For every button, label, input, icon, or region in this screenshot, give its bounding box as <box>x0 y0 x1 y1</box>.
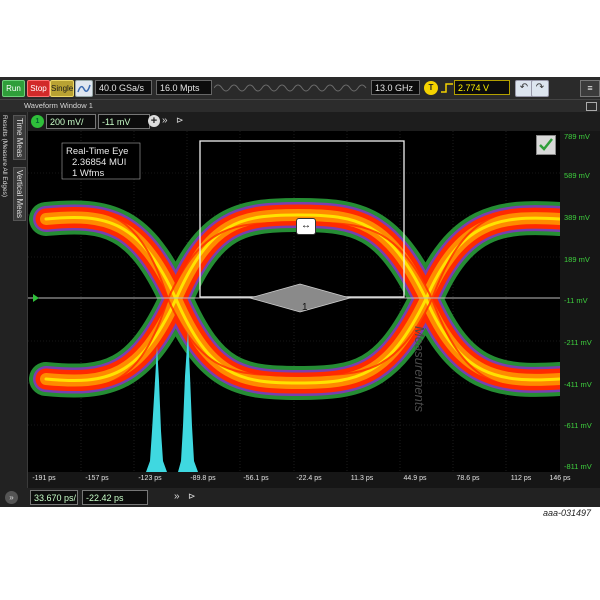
chevron-right-icon[interactable]: » <box>162 114 174 128</box>
y-axis-labels: 789 mV 589 mV 389 mV 189 mV -11 mV -211 … <box>560 131 600 472</box>
autoscale-icon[interactable] <box>75 80 93 97</box>
vertical-scale-field[interactable]: 200 mV/ <box>46 114 96 129</box>
y-tick-label: 789 mV <box>564 132 590 141</box>
memory-depth-field[interactable]: 16.0 Mpts <box>156 80 212 95</box>
mask-marker-label: 1 <box>302 302 308 313</box>
y-tick-label: -611 mV <box>564 421 592 430</box>
results-tab[interactable]: Results (Measure All Edges) <box>1 115 8 197</box>
rising-edge-icon[interactable] <box>440 81 454 95</box>
add-icon[interactable]: + <box>148 115 160 127</box>
horizontal-position-field[interactable]: -22.42 ps <box>82 490 148 505</box>
waveform-window-titlebar: Waveform Window 1 <box>0 100 600 112</box>
measurements-watermark: Measurements <box>412 326 427 412</box>
channel-controls: 1 200 mV/ -11 mV + » ⊳ <box>28 113 600 131</box>
channel-1-icon[interactable]: 1 <box>31 115 44 128</box>
stop-button[interactable]: Stop <box>27 80 50 97</box>
eye-info-box: Real-Time Eye 2.36854 MUI 1 Wfms <box>66 146 128 179</box>
channel-menu-icon[interactable]: ≡ <box>580 80 600 97</box>
y-tick-label: -411 mV <box>564 380 592 389</box>
x-tick-label: -157 ps <box>85 475 109 482</box>
waveform-plot[interactable]: Real-Time Eye 2.36854 MUI 1 Wfms ↔ 1 Mea… <box>28 131 560 472</box>
timebase-controls: » 33.670 ps/ -22.42 ps » ⊳ <box>0 488 600 507</box>
vertical-offset-field[interactable]: -11 mV <box>98 114 150 129</box>
tab-vertical-meas[interactable]: Vertical Meas <box>13 167 26 222</box>
zoom-resize-handle[interactable]: ↔ <box>296 218 316 235</box>
y-tick-label: 589 mV <box>564 171 590 180</box>
x-tick-label: -56.1 ps <box>243 475 269 482</box>
y-tick-label: 189 mV <box>564 255 590 264</box>
x-tick-label: 78.6 ps <box>456 475 480 482</box>
left-side-tabs: Results (Measure All Edges) Time Meas Ve… <box>0 112 28 507</box>
x-tick-label: 11.3 ps <box>350 475 374 482</box>
trigger-level-field[interactable]: 2.774 V <box>454 80 510 95</box>
window-title: Waveform Window 1 <box>24 101 93 110</box>
trigger-icon[interactable]: T <box>424 81 438 95</box>
y-tick-label: -211 mV <box>564 338 592 347</box>
bandwidth-field[interactable]: 13.0 GHz <box>371 80 420 95</box>
tab-time-meas[interactable]: Time Meas <box>13 115 26 161</box>
timebase-overview-icon[interactable] <box>214 81 369 95</box>
x-tick-label: 112 ps <box>510 475 532 482</box>
window-restore-icon[interactable] <box>586 102 597 111</box>
chevron-right-icon[interactable]: » <box>174 491 180 502</box>
pin-icon[interactable]: ⊳ <box>176 115 188 127</box>
eye-info-line: 1 Wfms <box>72 168 105 179</box>
horizontal-scale-field[interactable]: 33.670 ps/ <box>30 490 78 505</box>
eye-diagram <box>28 131 560 472</box>
x-tick-label: -22.4 ps <box>296 475 322 482</box>
expand-icon[interactable]: » <box>5 491 18 504</box>
x-tick-label: -89.8 ps <box>190 475 216 482</box>
sample-rate-field[interactable]: 40.0 GSa/s <box>95 80 152 95</box>
y-tick-label: -11 mV <box>564 296 588 305</box>
x-tick-label: -191 ps <box>32 475 56 482</box>
x-tick-label: 146 ps <box>549 475 571 482</box>
run-button[interactable]: Run <box>2 80 25 97</box>
x-tick-label: -123 ps <box>138 475 162 482</box>
eye-info-line: 2.36854 MUI <box>72 157 127 168</box>
single-button[interactable]: Single <box>50 80 74 97</box>
check-icon[interactable] <box>536 135 556 155</box>
y-tick-label: 389 mV <box>564 213 590 222</box>
eye-info-line: Real-Time Eye <box>66 146 129 157</box>
x-tick-label: 44.9 ps <box>403 475 427 482</box>
redo-icon[interactable]: ↷ <box>531 80 549 97</box>
y-tick-label: -811 mV <box>564 462 592 471</box>
x-axis-labels: -191 ps -157 ps -123 ps -89.8 ps -56.1 p… <box>28 472 600 488</box>
figure-caption: aaa-031497 <box>542 508 591 518</box>
top-toolbar: Run Stop Single 40.0 GSa/s 16.0 Mpts 13.… <box>0 77 600 100</box>
oscilloscope-app: Run Stop Single 40.0 GSa/s 16.0 Mpts 13.… <box>0 77 600 507</box>
pin-icon[interactable]: ⊳ <box>188 491 196 502</box>
